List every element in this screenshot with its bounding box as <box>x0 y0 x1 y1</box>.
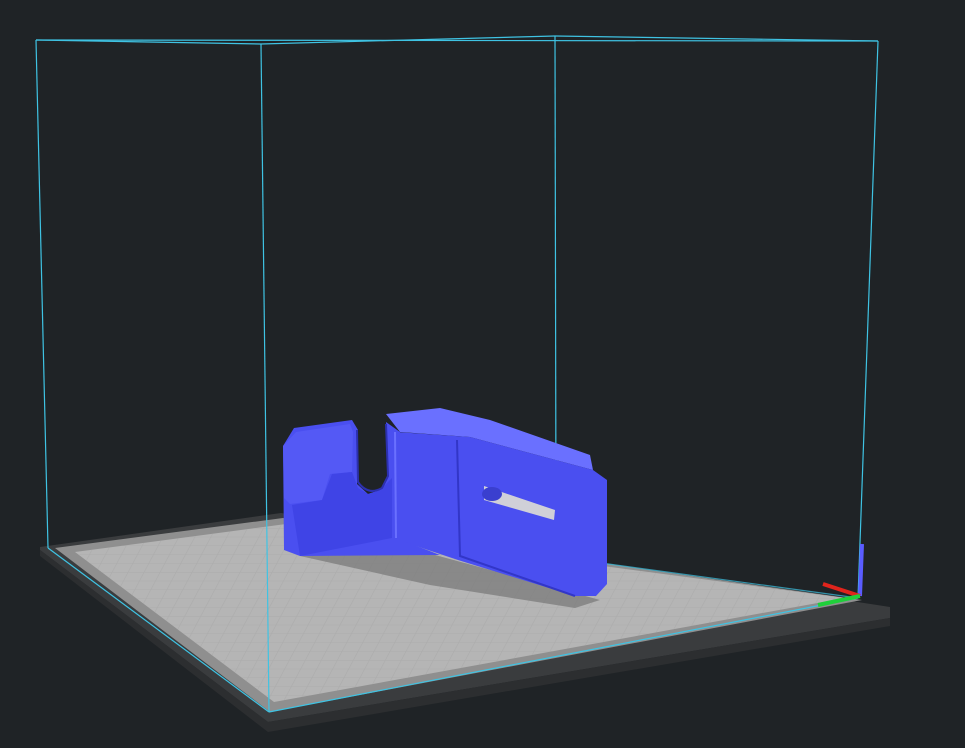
model-edge-highlight <box>394 431 397 539</box>
axis-z-line <box>858 543 864 597</box>
scene-canvas[interactable] <box>0 0 965 748</box>
build-volume-edge <box>35 39 49 549</box>
build-volume-edge <box>857 40 879 599</box>
build-volume-edge <box>35 39 879 42</box>
3d-viewport[interactable] <box>0 0 965 748</box>
model-notch[interactable] <box>356 423 390 492</box>
model-slot-end[interactable] <box>482 487 502 501</box>
